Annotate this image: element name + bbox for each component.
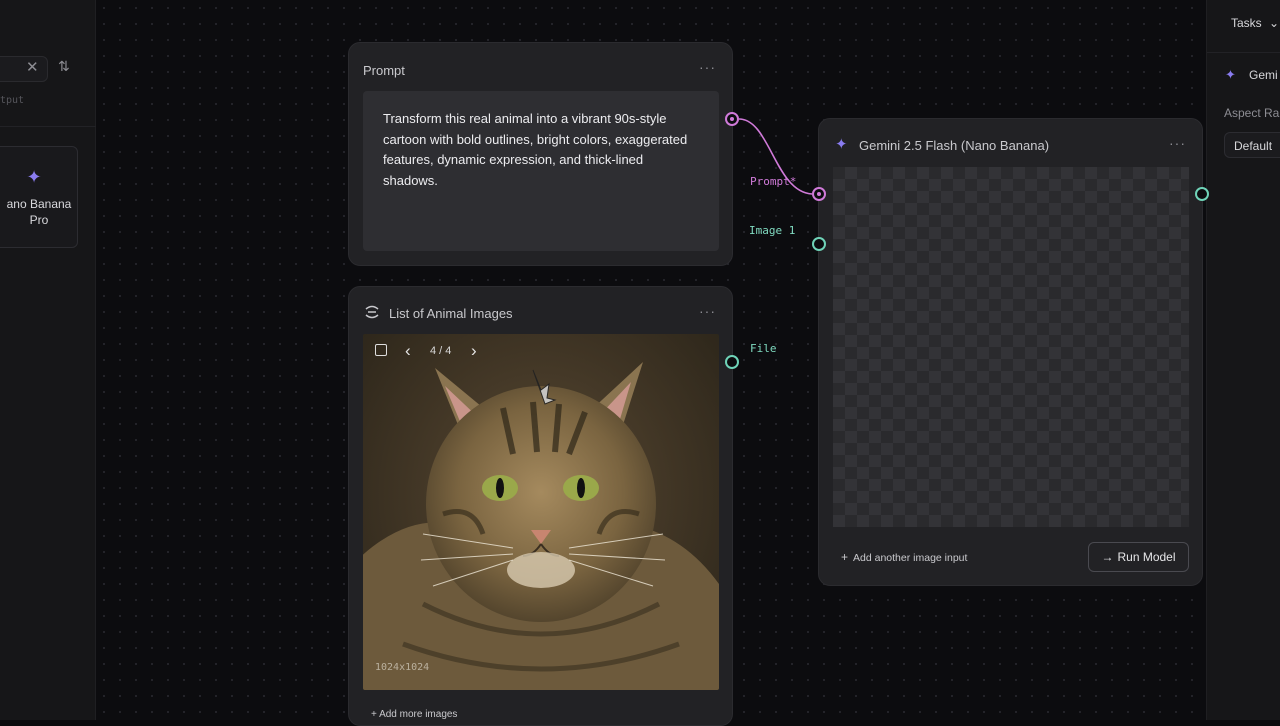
file-output-port[interactable] <box>725 355 739 369</box>
prompt-input-port[interactable] <box>812 187 826 201</box>
model-card-label: ano Banana Pro <box>6 197 72 227</box>
more-options-icon[interactable]: ··· <box>699 303 716 319</box>
output-image-preview <box>833 167 1189 527</box>
search-input[interactable] <box>0 56 48 82</box>
prompt-node[interactable]: Prompt ··· Transform this real animal in… <box>348 42 733 266</box>
select-checkbox[interactable] <box>375 344 387 356</box>
prompt-input-label: Prompt* <box>750 175 797 188</box>
tasks-dropdown[interactable]: Tasks ⌄ <box>1231 16 1279 30</box>
gemini-node-title: Gemini 2.5 Flash (Nano Banana) <box>859 138 1050 153</box>
prompt-node-title: Prompt <box>363 63 405 78</box>
clear-icon[interactable]: ✕ <box>26 58 39 76</box>
more-options-icon[interactable]: ··· <box>1169 135 1186 151</box>
image-toolbar: ‹ 4 / 4 › <box>363 334 719 370</box>
list-refresh-icon <box>365 305 379 319</box>
sort-icon[interactable]: ⇅ <box>58 59 70 75</box>
run-model-button[interactable]: → Run Model <box>1088 542 1189 572</box>
image-dimensions: 1024x1024 <box>375 662 430 673</box>
cat-image: ‹ 4 / 4 › 1024x1024 <box>363 334 719 690</box>
model-card-nano-banana-pro[interactable]: ✦ ano Banana Pro <box>0 146 78 248</box>
image-counter: 4 / 4 <box>430 345 452 357</box>
file-output-label: File <box>750 342 777 355</box>
plus-icon: + <box>841 550 849 564</box>
add-image-input-button[interactable]: + Add another image input <box>841 550 967 564</box>
image-list-title: List of Animal Images <box>389 306 513 321</box>
chevron-down-icon: ⌄ <box>1269 16 1280 30</box>
image-list-node[interactable]: List of Animal Images ··· ‹ 4 / 4 › 1024… <box>348 286 733 726</box>
more-options-icon[interactable]: ··· <box>699 59 716 75</box>
aspect-ratio-label: Aspect Ra <box>1224 106 1280 120</box>
divider <box>0 126 96 127</box>
arrow-right-icon: → <box>1101 550 1114 564</box>
sparkle-icon: ✦ <box>835 136 848 153</box>
next-image-icon[interactable]: › <box>471 341 477 361</box>
right-panel: Tasks ⌄ ✦ Gemi Aspect Ra Default <box>1206 0 1280 720</box>
prev-image-icon[interactable]: ‹ <box>405 341 411 361</box>
sparkle-icon: ✦ <box>1225 67 1236 82</box>
prompt-output-port[interactable] <box>725 112 739 126</box>
image-input-port[interactable] <box>812 237 826 251</box>
output-tag: tput <box>0 95 25 106</box>
selected-model-label: Gemi <box>1249 68 1278 82</box>
gemini-model-node[interactable]: ✦ Gemini 2.5 Flash (Nano Banana) ··· + Ad… <box>818 118 1203 586</box>
sparkle-icon: ✦ <box>26 167 42 187</box>
left-panel: ✕ ⇅ tput ✦ ano Banana Pro <box>0 0 96 720</box>
model-output-port[interactable] <box>1195 187 1209 201</box>
prompt-textarea[interactable]: Transform this real animal into a vibran… <box>363 91 719 251</box>
image-input-label: Image 1 <box>749 224 796 237</box>
aspect-ratio-select[interactable]: Default <box>1224 132 1280 158</box>
divider <box>1207 52 1280 53</box>
cat-illustration <box>363 362 719 690</box>
add-more-images-button[interactable]: + Add more images <box>371 709 457 720</box>
